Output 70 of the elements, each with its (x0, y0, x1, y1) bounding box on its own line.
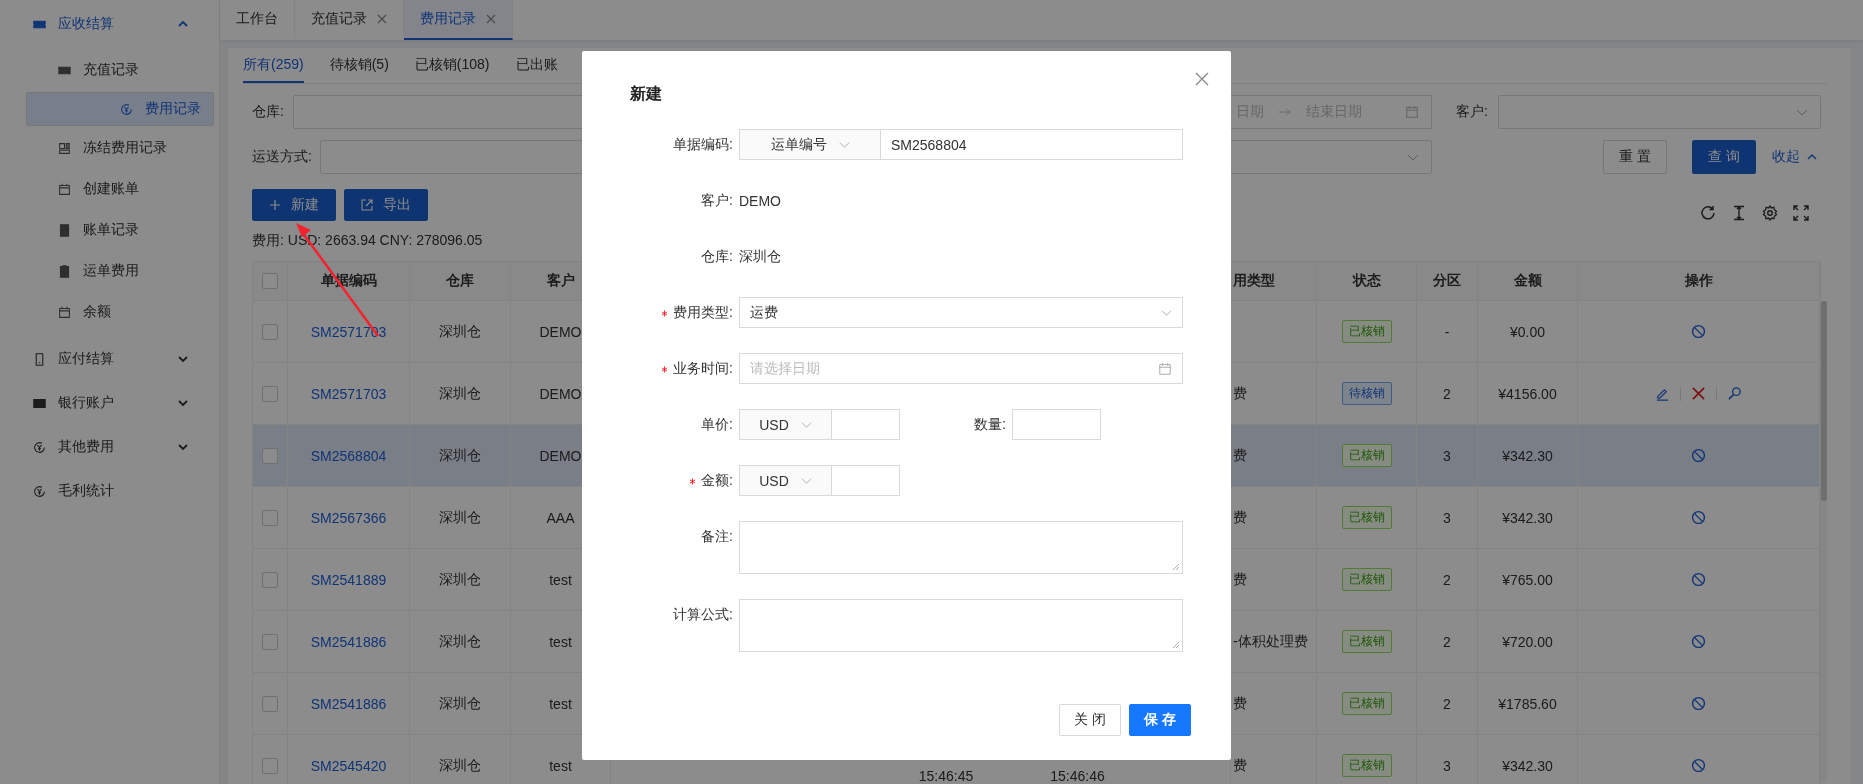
form-label: 数量: (974, 415, 1006, 434)
column-header: 分区 (1417, 262, 1478, 300)
item-label: 费用记录 (145, 100, 201, 118)
time-cell: 15:46:46 (1050, 768, 1105, 784)
column-header: 操作 (1578, 262, 1820, 300)
item-label: 冻结费用记录 (83, 139, 167, 157)
form-label: 客户: (700, 191, 734, 210)
table-cell: 深圳仓 (410, 735, 511, 784)
field-value: 深圳仓 (739, 247, 781, 266)
group-label: 其他费用 (58, 438, 115, 456)
table-cell: 2 (1417, 673, 1478, 734)
table-cell: ¥765.00 (1478, 549, 1578, 610)
table-cell: 费 (1233, 384, 1247, 403)
table-cell: 3 (1417, 735, 1478, 784)
table-cell: ¥1785.60 (1478, 673, 1578, 734)
form-label: 单价: (700, 415, 734, 434)
status-tag: 已核销 (1341, 506, 1392, 529)
status-tag: 已核销 (1341, 630, 1392, 653)
table-cell: 深圳仓 (410, 673, 511, 734)
item-label: 账单记录 (83, 221, 139, 239)
table-cell: 深圳仓 (410, 487, 511, 548)
table-cell: ¥342.30 (1478, 425, 1578, 486)
table-cell: 3 (1417, 487, 1478, 548)
item-label: 充值记录 (83, 61, 139, 79)
table-cell: 深圳仓 (410, 425, 511, 486)
column-header: 金额 (1478, 262, 1578, 300)
table-cell: 深圳仓 (410, 549, 511, 610)
table-cell: 2 (1417, 611, 1478, 672)
table-cell: ¥4156.00 (1478, 363, 1578, 424)
table-cell: 2 (1417, 549, 1478, 610)
item-label: 余额 (83, 303, 111, 321)
group-label: 银行账户 (58, 394, 115, 412)
form-label: 仓库: (700, 247, 734, 266)
table-cell: 费 (1233, 570, 1247, 589)
table-cell: ¥342.30 (1478, 487, 1578, 548)
item-label: 运单费用 (83, 262, 139, 280)
table-cell: 深圳仓 (410, 363, 511, 424)
status-tag: 已核销 (1341, 320, 1392, 343)
field-value: DEMO (739, 192, 781, 209)
table-cell: ¥0.00 (1478, 301, 1578, 362)
group-label: 毛利统计 (58, 482, 115, 500)
table-cell: 深圳仓 (410, 611, 511, 672)
table-cell: 3 (1417, 425, 1478, 486)
field-label: 运送方式: (252, 148, 313, 166)
dialog-title: 新建 (630, 84, 663, 104)
table-cell: 费 (1233, 756, 1247, 775)
form-label: 备注: (700, 527, 734, 546)
column-header: 状态 (1317, 262, 1417, 300)
status-tag: 已核销 (1341, 692, 1392, 715)
form-label: 单据编码: (672, 135, 734, 154)
field-label: 仓库: (252, 103, 285, 121)
table-cell: 深圳仓 (410, 301, 511, 362)
table-cell: ¥720.00 (1478, 611, 1578, 672)
column-header: 仓库 (410, 262, 511, 300)
table-cell: 费 (1233, 446, 1247, 465)
table-cell: 费 (1233, 508, 1247, 527)
item-label: 创建账单 (83, 180, 139, 198)
status-tag: 已核销 (1341, 754, 1392, 777)
table-cell: -体积处理费 (1233, 632, 1308, 651)
field-label: 客户: (1456, 103, 1489, 121)
group-label: 应付结算 (58, 350, 115, 368)
table-cell: - (1417, 301, 1478, 362)
status-tag: 已核销 (1341, 568, 1392, 591)
group-label: 应收结算 (58, 15, 115, 33)
time-cell: 15:46:45 (918, 768, 974, 784)
status-tag: 已核销 (1341, 444, 1392, 467)
table-cell: ¥342.30 (1478, 735, 1578, 784)
table-cell: 2 (1417, 363, 1478, 424)
table-cell: 费 (1233, 694, 1247, 713)
status-tag: 待核销 (1341, 382, 1392, 405)
